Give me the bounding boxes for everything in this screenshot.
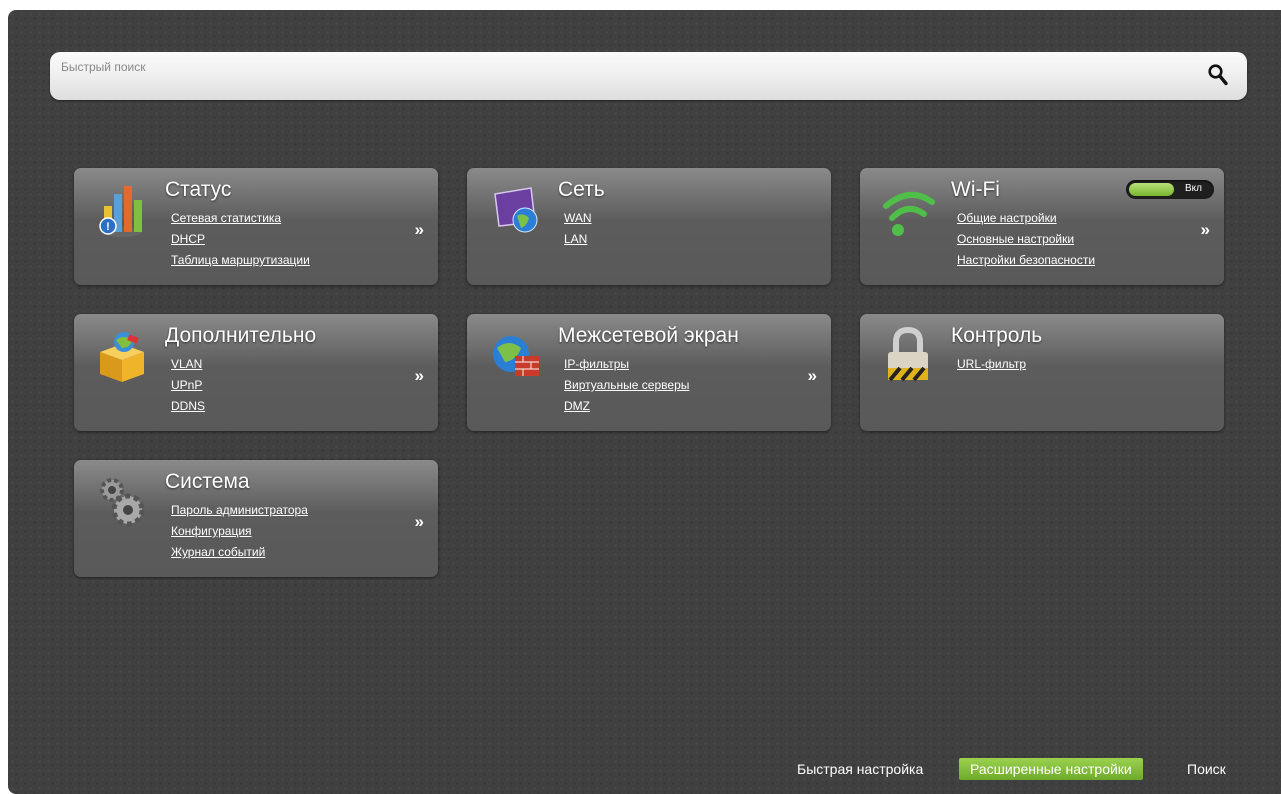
padlock-icon xyxy=(888,326,928,382)
search-link[interactable]: Поиск xyxy=(1187,758,1226,780)
more-arrow[interactable]: » xyxy=(415,366,424,386)
tile-title: Сеть xyxy=(558,178,605,201)
tile-title: Дополнительно xyxy=(165,324,317,347)
tile-firewall: Межсетевой экран IP-фильтры Виртуальные … xyxy=(467,314,831,431)
link-network-statistics[interactable]: Сетевая статистика xyxy=(171,208,310,229)
link-upnp[interactable]: UPnP xyxy=(171,375,205,396)
link-admin-password[interactable]: Пароль администратора xyxy=(171,500,308,521)
more-arrow[interactable]: » xyxy=(808,366,817,386)
link-dmz[interactable]: DMZ xyxy=(564,396,689,417)
wifi-toggle-switch[interactable]: Вкл xyxy=(1126,180,1214,199)
tile-control: Контроль URL-фильтр xyxy=(860,314,1224,431)
link-dhcp[interactable]: DHCP xyxy=(171,229,310,250)
svg-text:!: ! xyxy=(106,221,110,233)
quick-setup-link[interactable]: Быстрая настройка xyxy=(797,758,923,780)
tile-links: WAN LAN xyxy=(564,208,592,250)
link-virtual-servers[interactable]: Виртуальные серверы xyxy=(564,375,689,396)
tile-links: URL-фильтр xyxy=(957,354,1026,375)
advanced-settings-button[interactable]: Расширенные настройки xyxy=(959,758,1143,780)
tile-title: Wi-Fi xyxy=(951,178,1000,201)
firewall-globe-icon xyxy=(493,336,539,376)
tile-title: Статус xyxy=(165,178,232,201)
link-wan[interactable]: WAN xyxy=(564,208,592,229)
tile-system: Система Пароль администратора Конфигурац… xyxy=(74,460,438,577)
link-lan[interactable]: LAN xyxy=(564,229,592,250)
toggle-label: Вкл xyxy=(1185,183,1202,194)
tile-title: Межсетевой экран xyxy=(558,324,739,347)
gears-icon xyxy=(100,478,145,527)
quick-search-bar xyxy=(50,52,1247,100)
tile-network: Сеть WAN LAN xyxy=(467,168,831,285)
tile-links: Общие настройки Основные настройки Настр… xyxy=(957,208,1095,271)
link-url-filter[interactable]: URL-фильтр xyxy=(957,354,1026,375)
link-security-settings[interactable]: Настройки безопасности xyxy=(957,250,1095,271)
package-box-icon xyxy=(100,332,144,382)
link-ip-filters[interactable]: IP-фильтры xyxy=(564,354,689,375)
tile-title: Система xyxy=(165,470,250,493)
bar-chart-icon: ! xyxy=(99,186,142,237)
tile-title: Контроль xyxy=(951,324,1043,347)
quick-search-input[interactable] xyxy=(50,53,1190,81)
tile-links: VLAN UPnP DDNS xyxy=(171,354,205,417)
link-ddns[interactable]: DDNS xyxy=(171,396,205,417)
more-arrow[interactable]: » xyxy=(415,512,424,532)
tile-status: ! Статус Сетевая статистика DHCP Таблица… xyxy=(74,168,438,285)
toggle-knob xyxy=(1129,183,1174,196)
link-routing-table[interactable]: Таблица маршрутизации xyxy=(171,250,310,271)
search-icon[interactable] xyxy=(1207,63,1229,87)
link-vlan[interactable]: VLAN xyxy=(171,354,205,375)
link-general-settings[interactable]: Общие настройки xyxy=(957,208,1095,229)
more-arrow[interactable]: » xyxy=(415,220,424,240)
footer-nav: Быстрая настройка Расширенные настройки … xyxy=(0,758,1281,780)
network-globe-icon xyxy=(494,187,538,233)
wifi-signal-icon xyxy=(883,192,935,236)
link-configuration[interactable]: Конфигурация xyxy=(171,521,308,542)
tile-links: Пароль администратора Конфигурация Журна… xyxy=(171,500,308,563)
more-arrow[interactable]: » xyxy=(1201,220,1210,240)
tile-advanced: Дополнительно VLAN UPnP DDNS » xyxy=(74,314,438,431)
tile-links: Сетевая статистика DHCP Таблица маршрути… xyxy=(171,208,310,271)
tile-links: IP-фильтры Виртуальные серверы DMZ xyxy=(564,354,689,417)
tile-wifi: Wi-Fi Вкл Общие настройки Основные настр… xyxy=(860,168,1224,285)
link-event-log[interactable]: Журнал событий xyxy=(171,542,308,563)
link-basic-settings[interactable]: Основные настройки xyxy=(957,229,1095,250)
